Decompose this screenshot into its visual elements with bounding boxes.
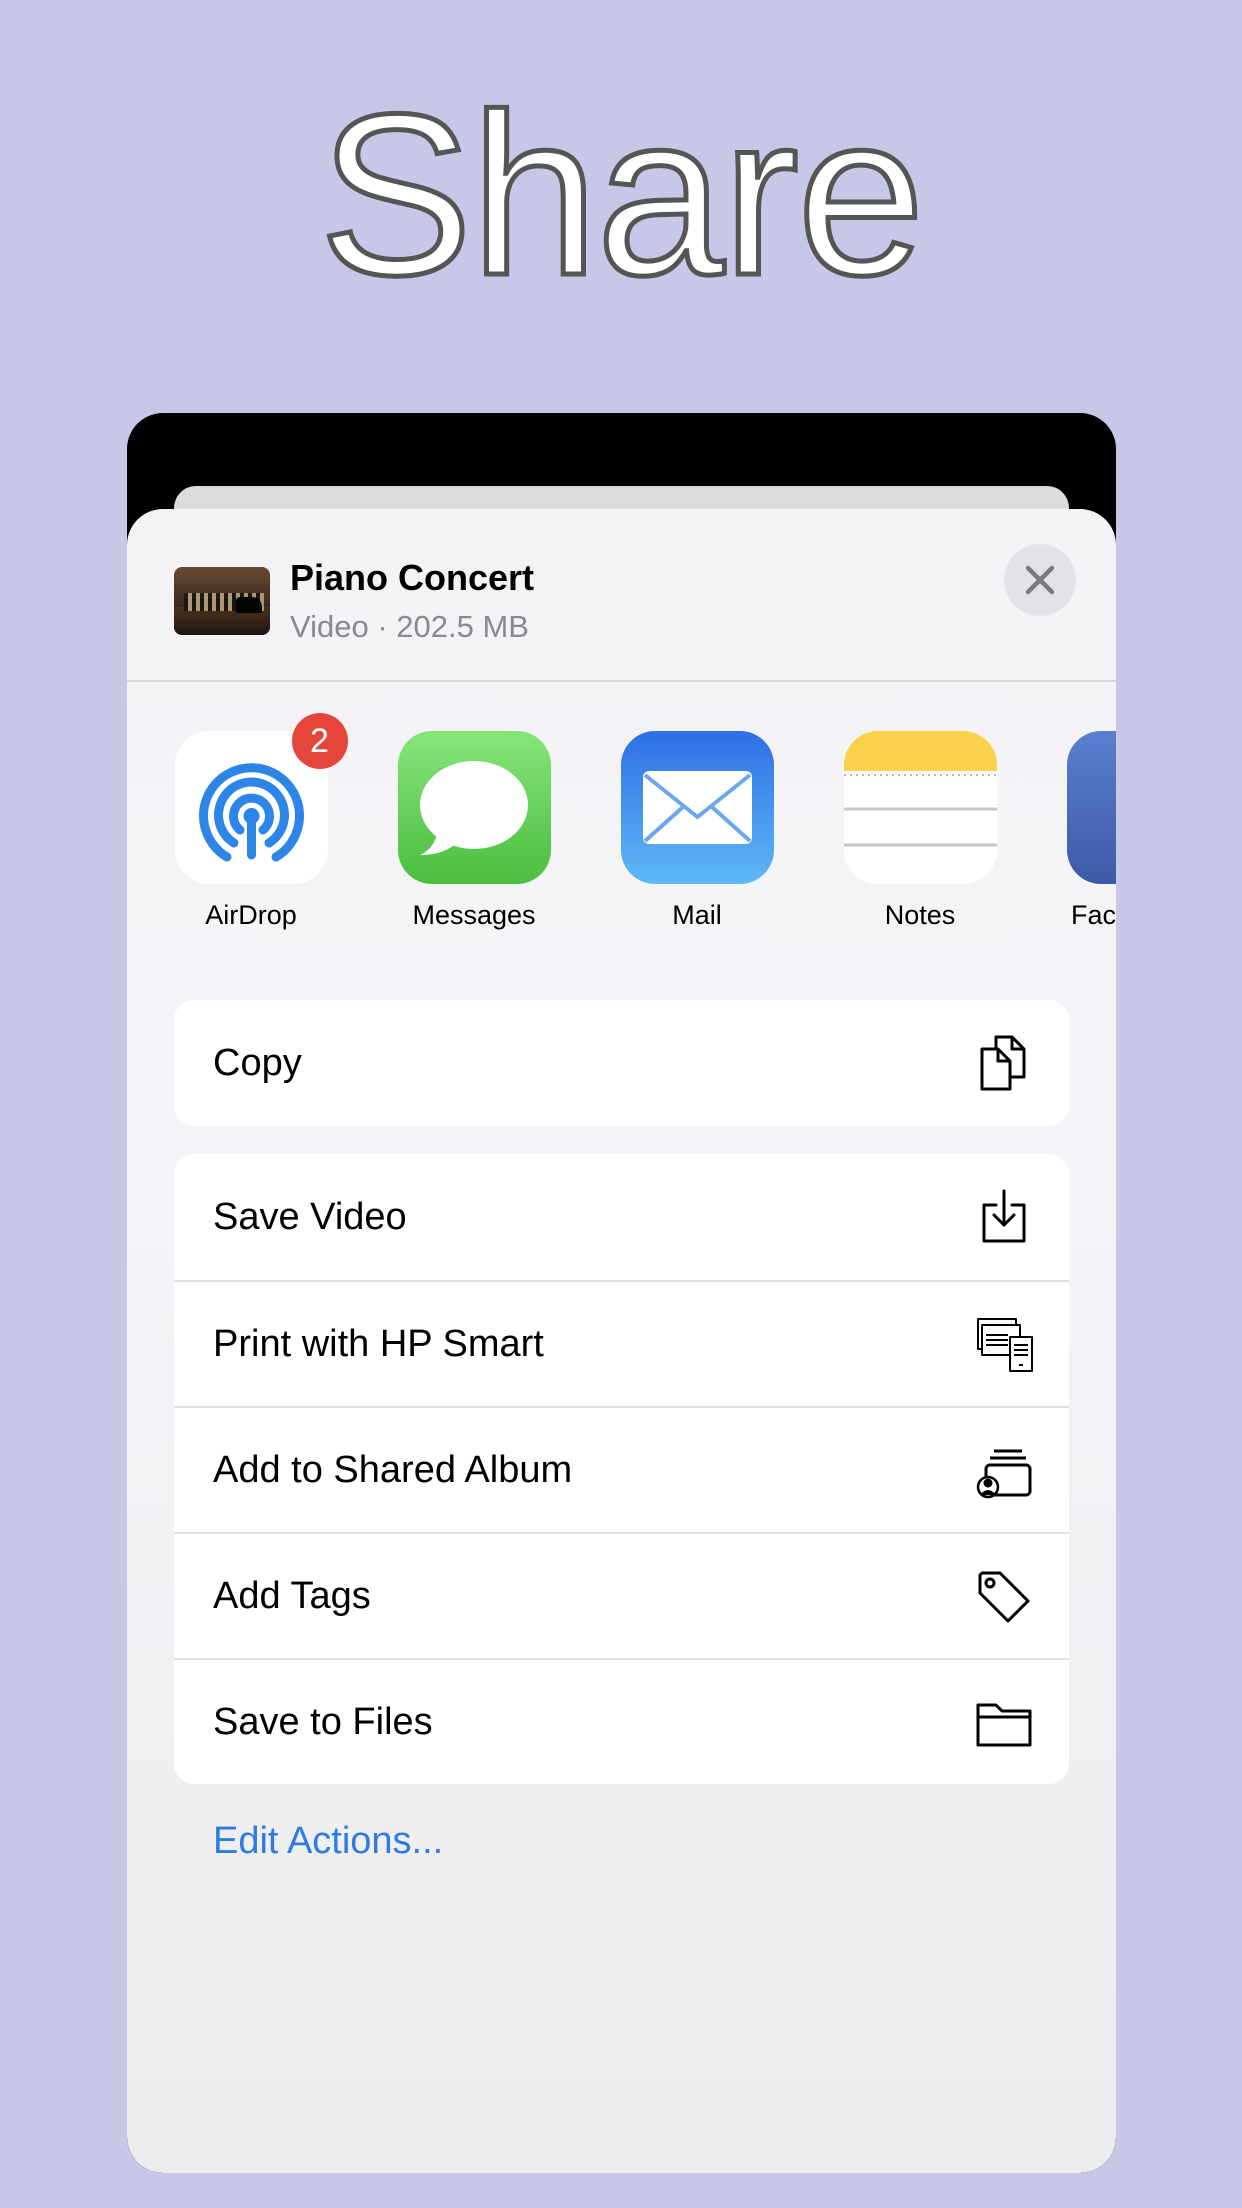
action-label: Print with HP Smart xyxy=(213,1322,544,1365)
airdrop-badge: 2 xyxy=(291,713,348,769)
action-save-video[interactable]: Save Video xyxy=(174,1154,1069,1280)
file-subtitle: Video · 202.5 MB xyxy=(290,609,529,644)
airdrop-icon: 2 xyxy=(174,713,348,884)
actions-card: Save Video Print with HP Smart Add to Sh… xyxy=(174,1154,1069,1784)
action-add-shared-album[interactable]: Add to Shared Album xyxy=(174,1406,1069,1532)
close-icon xyxy=(1025,565,1055,595)
app-label: Notes xyxy=(884,900,956,930)
app-label: AirDrop xyxy=(205,900,297,930)
video-thumbnail xyxy=(174,567,270,635)
banner-title: Share xyxy=(317,66,928,323)
app-label: Mail xyxy=(672,900,722,930)
action-label: Save Video xyxy=(213,1195,407,1238)
action-label: Save to Files xyxy=(213,1700,433,1743)
file-title: Piano Concert xyxy=(290,557,535,598)
print-icon xyxy=(977,1318,1033,1372)
app-label: Fac xyxy=(1071,900,1116,930)
facebook-icon xyxy=(1066,731,1116,884)
app-notes[interactable]: Notes xyxy=(840,731,1000,931)
app-messages[interactable]: Messages xyxy=(394,731,554,931)
action-save-to-files[interactable]: Save to Files xyxy=(174,1658,1069,1784)
shared-album-icon xyxy=(976,1449,1032,1499)
app-mail[interactable]: Mail xyxy=(617,731,777,931)
edit-actions-link[interactable]: Edit Actions... xyxy=(213,1820,443,1863)
action-print-hp-smart[interactable]: Print with HP Smart xyxy=(174,1280,1069,1406)
app-airdrop[interactable]: 2 AirDrop xyxy=(171,713,348,931)
copy-card: Copy xyxy=(174,1000,1069,1126)
messages-icon xyxy=(397,731,551,884)
action-add-tags[interactable]: Add Tags xyxy=(174,1532,1069,1658)
share-sheet-header: Piano Concert Video · 202.5 MB xyxy=(127,509,1116,682)
phone-frame: Piano Concert Video · 202.5 MB 2 AirDrop… xyxy=(127,413,1116,2173)
action-label: Add to Shared Album xyxy=(213,1448,573,1491)
share-apps-row: 2 AirDrop Messages Mail Notes Fac xyxy=(127,713,1116,951)
mail-icon xyxy=(620,731,774,884)
save-download-icon xyxy=(982,1189,1026,1243)
app-facebook[interactable]: Fac xyxy=(1063,731,1116,931)
action-label: Add Tags xyxy=(213,1574,371,1617)
app-label: Messages xyxy=(412,900,536,930)
copy-icon xyxy=(980,1035,1026,1091)
tag-icon xyxy=(978,1571,1030,1623)
close-button[interactable] xyxy=(1004,544,1076,616)
share-sheet: Piano Concert Video · 202.5 MB 2 AirDrop… xyxy=(127,509,1116,2173)
screen: Share Piano Concert Video · 202.5 MB 2 A… xyxy=(0,0,1242,2208)
action-copy[interactable]: Copy xyxy=(174,1000,1069,1126)
notes-icon xyxy=(843,731,997,884)
folder-icon xyxy=(976,1703,1032,1747)
action-label: Copy xyxy=(213,1041,302,1084)
